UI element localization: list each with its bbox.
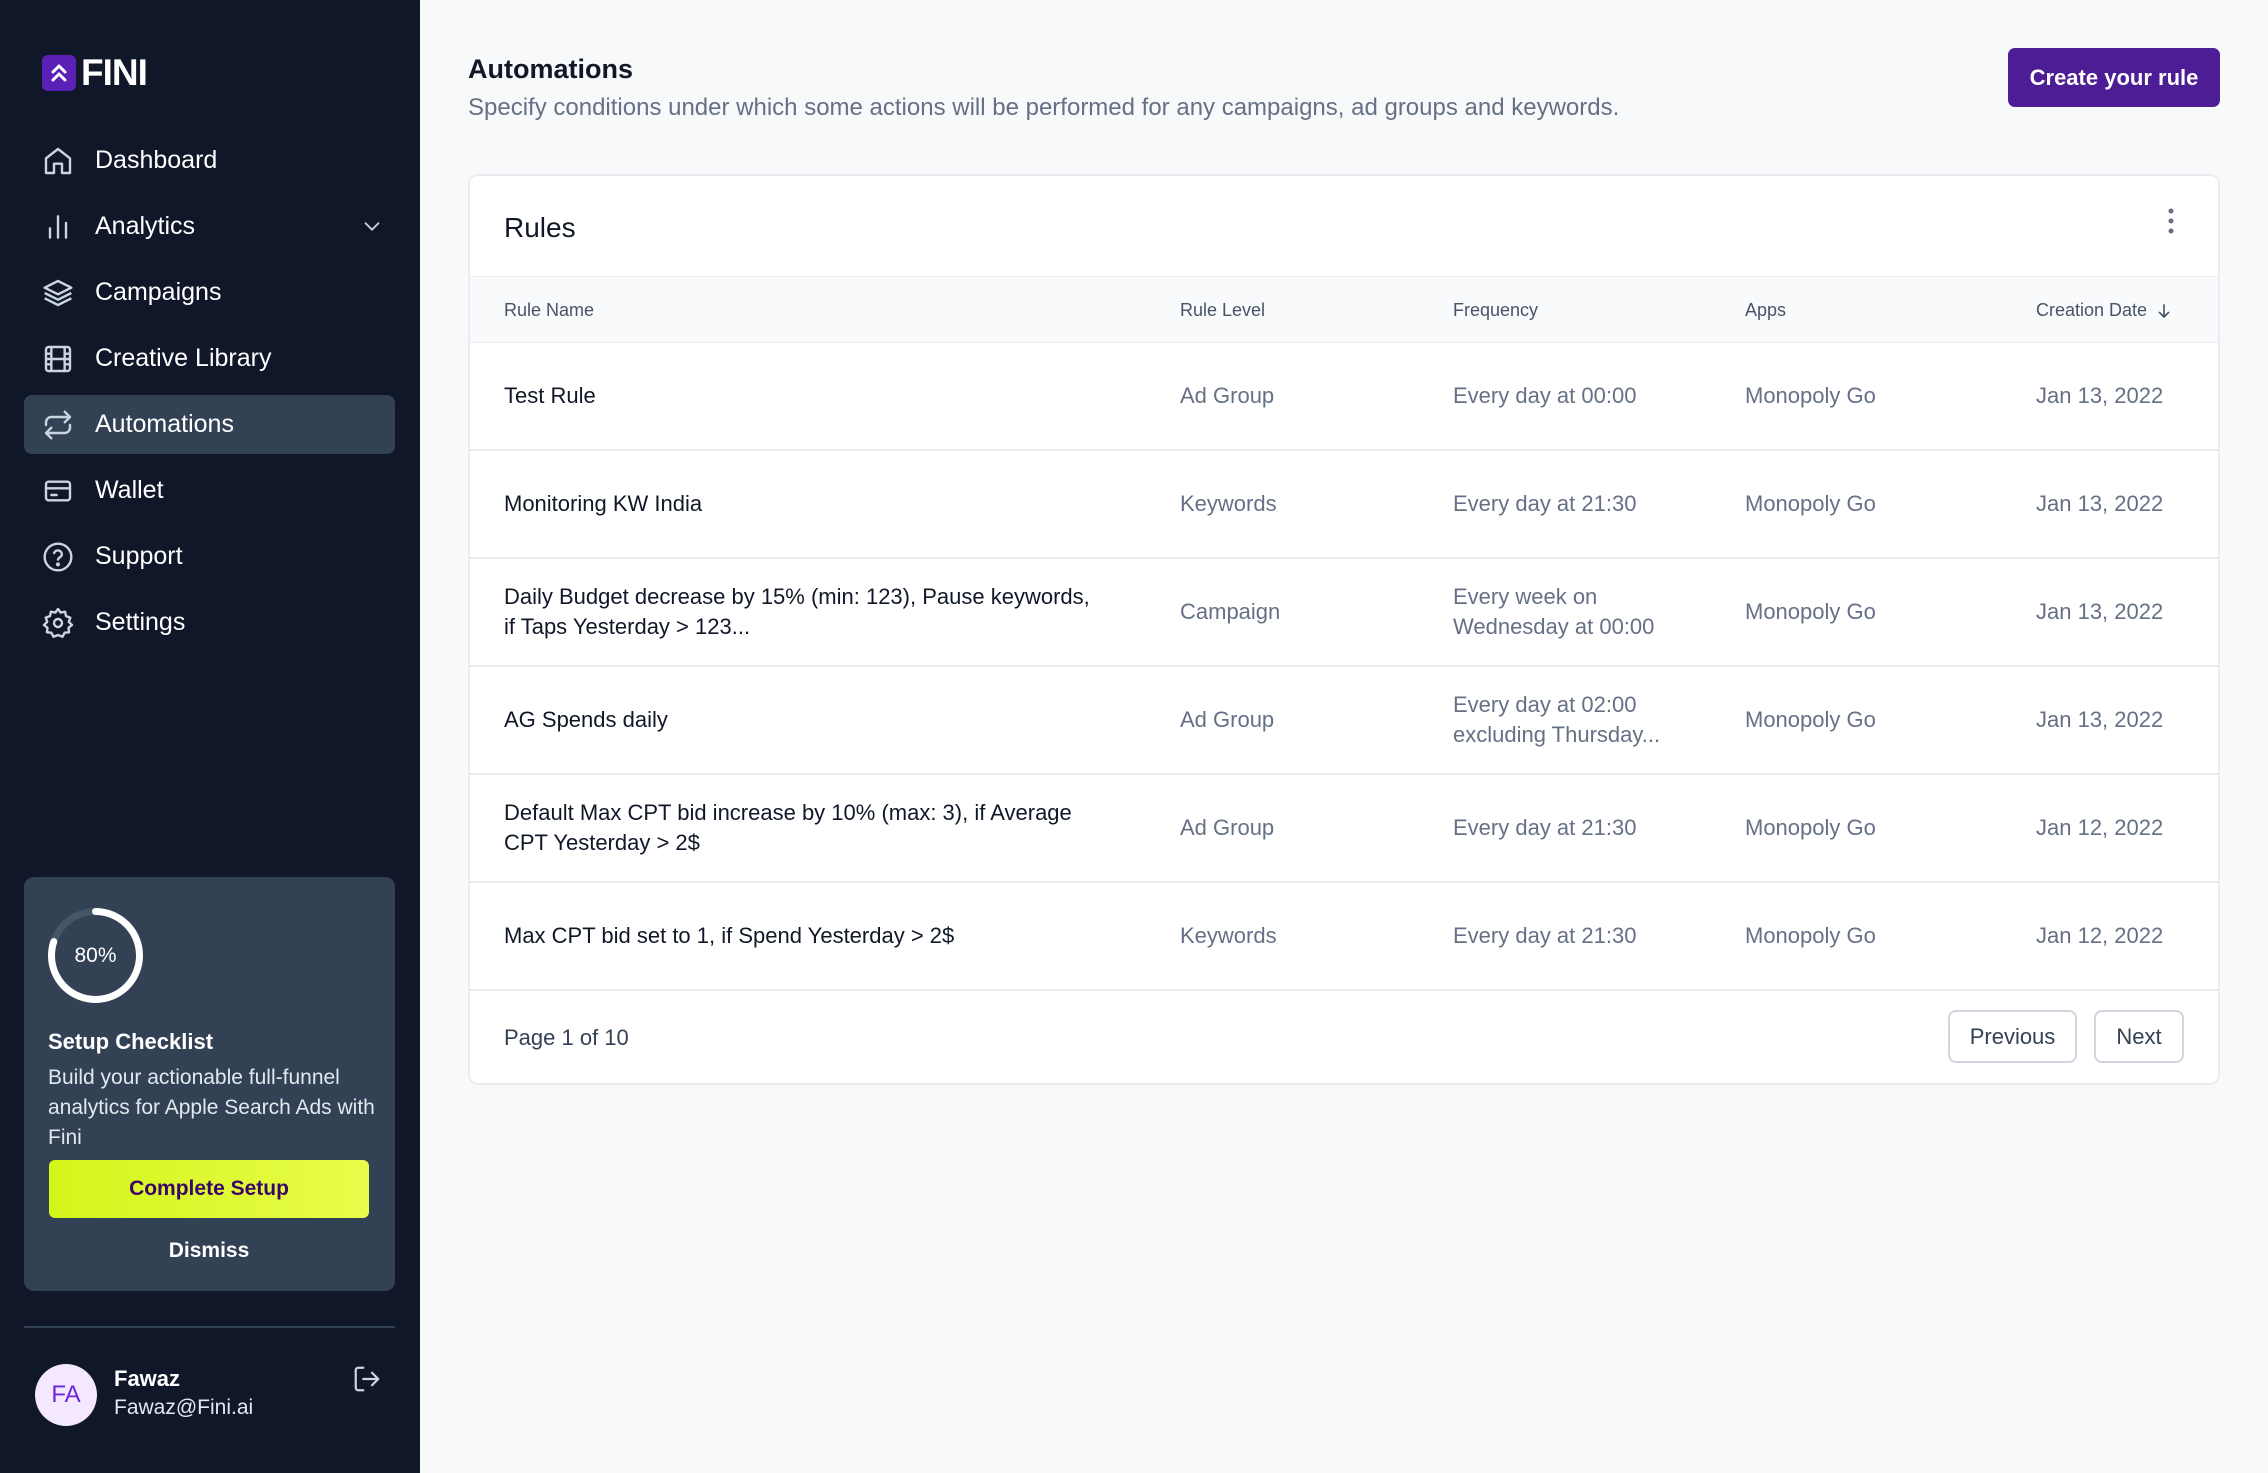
sidebar-item-label: Creative Library <box>95 344 272 372</box>
rule-frequency: Every day at 21:30 <box>1453 491 1637 516</box>
table-row[interactable]: Max CPT bid set to 1, if Spend Yesterday… <box>470 883 2218 991</box>
page-description: Specify conditions under which some acti… <box>468 94 1620 121</box>
sidebar-item-settings[interactable]: Settings <box>24 593 395 652</box>
rule-name: Test Rule <box>504 383 596 408</box>
table-row[interactable]: AG Spends daily Ad Group Every day at 02… <box>470 667 2218 775</box>
rule-date: Jan 12, 2022 <box>2036 923 2164 948</box>
sidebar-item-label: Wallet <box>95 476 164 504</box>
column-header-rule-name[interactable]: Rule Name <box>504 277 594 344</box>
rule-frequency: Every day at 00:00 <box>1453 383 1637 408</box>
rule-frequency: Every day at 02:00 excluding Thursday... <box>1453 692 1661 747</box>
logo[interactable]: FINI <box>42 52 148 94</box>
arrow-down-icon <box>2158 303 2170 318</box>
previous-button[interactable]: Previous <box>1948 1010 2077 1063</box>
column-header-apps[interactable]: Apps <box>1745 277 1786 344</box>
avatar[interactable]: FA <box>35 1364 97 1426</box>
rule-app: Monopoly Go <box>1745 491 1876 516</box>
rule-level: Ad Group <box>1180 707 1275 732</box>
progress-percent: 80% <box>74 943 117 967</box>
setup-description: Build your actionable full-funnel analyt… <box>48 1066 375 1149</box>
table-row[interactable]: Test Rule Ad Group Every day at 00:00 Mo… <box>470 343 2218 451</box>
rule-name: AG Spends daily <box>504 707 668 732</box>
dismiss-button[interactable]: Dismiss <box>49 1231 369 1271</box>
sidebar-item-automations[interactable]: Automations <box>24 395 395 454</box>
rule-app: Monopoly Go <box>1745 383 1876 408</box>
page-title: Automations <box>468 54 633 84</box>
rule-frequency: Every week on Wednesday at 00:00 <box>1453 584 1655 639</box>
sidebar-item-label: Support <box>95 542 183 570</box>
rule-app: Monopoly Go <box>1745 923 1876 948</box>
column-header-label: Creation Date <box>2036 300 2148 320</box>
layers-icon <box>41 276 75 310</box>
rule-app: Monopoly Go <box>1745 707 1876 732</box>
sidebar-nav: Dashboard Analytics Campaigns Creative L… <box>24 131 395 659</box>
repeat-icon <box>41 408 75 442</box>
table-row[interactable]: Monitoring KW India Keywords Every day a… <box>470 451 2218 559</box>
logo-icon <box>42 55 76 91</box>
sidebar-item-creative-library[interactable]: Creative Library <box>24 329 395 388</box>
sidebar: FINI Dashboard Analytics Campaigns Creat… <box>0 0 420 1473</box>
help-circle-icon <box>41 540 75 574</box>
sidebar-item-support[interactable]: Support <box>24 527 395 586</box>
rule-name: Default Max CPT bid increase by 10% (max… <box>504 800 1072 855</box>
film-icon <box>41 342 75 376</box>
column-header-frequency[interactable]: Frequency <box>1453 277 1693 344</box>
wallet-icon <box>41 474 75 508</box>
rule-frequency: Every day at 21:30 <box>1453 923 1637 948</box>
logout-icon[interactable] <box>352 1364 382 1394</box>
home-icon <box>41 144 75 178</box>
column-header-rule-level[interactable]: Rule Level <box>1180 277 1265 344</box>
rule-app: Monopoly Go <box>1745 599 1876 624</box>
sidebar-item-label: Settings <box>95 608 186 636</box>
user-name: Fawaz <box>114 1366 181 1391</box>
rule-date: Jan 13, 2022 <box>2036 707 2164 732</box>
table-header: Rule Name Rule Level Frequency Apps Crea… <box>470 276 2218 343</box>
sidebar-divider <box>24 1326 395 1328</box>
sidebar-item-label: Analytics <box>95 212 196 240</box>
logo-text: FINI <box>81 52 148 93</box>
rules-title: Rules <box>504 212 576 243</box>
rule-name: Monitoring KW India <box>504 491 703 516</box>
rule-app: Monopoly Go <box>1745 815 1876 840</box>
rule-date: Jan 12, 2022 <box>2036 815 2164 840</box>
sidebar-item-wallet[interactable]: Wallet <box>24 461 395 520</box>
rule-level: Keywords <box>1180 491 1277 516</box>
rules-card: Rules Rule Name Rule Level Frequency App… <box>468 174 2220 1085</box>
rule-level: Ad Group <box>1180 815 1275 840</box>
table-row[interactable]: Default Max CPT bid increase by 10% (max… <box>470 775 2218 883</box>
sidebar-item-label: Campaigns <box>95 278 222 306</box>
chevron-down-icon[interactable] <box>361 215 383 242</box>
sidebar-item-label: Automations <box>95 410 234 438</box>
rule-level: Keywords <box>1180 923 1277 948</box>
user-email: Fawaz@Fini.ai <box>114 1396 254 1419</box>
pagination-label: Page 1 of 10 <box>504 1025 629 1050</box>
sidebar-item-analytics[interactable]: Analytics <box>24 197 395 256</box>
setup-title: Setup Checklist <box>48 1029 214 1054</box>
rule-date: Jan 13, 2022 <box>2036 383 2164 408</box>
rule-date: Jan 13, 2022 <box>2036 491 2164 516</box>
rule-level: Ad Group <box>1180 383 1275 408</box>
sidebar-item-campaigns[interactable]: Campaigns <box>24 263 395 322</box>
next-button[interactable]: Next <box>2094 1010 2184 1063</box>
sidebar-item-label: Dashboard <box>95 146 218 174</box>
rule-level: Campaign <box>1180 599 1281 624</box>
table-row[interactable]: Daily Budget decrease by 15% (min: 123),… <box>470 559 2218 667</box>
gear-icon <box>41 606 75 640</box>
rule-name: Max CPT bid set to 1, if Spend Yesterday… <box>504 923 955 948</box>
rule-frequency: Every day at 21:30 <box>1453 815 1637 840</box>
sidebar-item-dashboard[interactable]: Dashboard <box>24 131 395 190</box>
create-rule-button[interactable]: Create your rule <box>2008 48 2220 107</box>
rule-name: Daily Budget decrease by 15% (min: 123),… <box>504 584 1090 639</box>
column-header-creation-date[interactable]: Creation Date <box>2036 277 2173 344</box>
rule-date: Jan 13, 2022 <box>2036 599 2164 624</box>
bar-chart-icon <box>41 210 75 244</box>
complete-setup-button[interactable]: Complete Setup <box>49 1160 369 1218</box>
setup-checklist-card: 80% Setup Checklist Build your actionabl… <box>24 877 395 1291</box>
more-vertical-icon[interactable] <box>2166 206 2176 236</box>
